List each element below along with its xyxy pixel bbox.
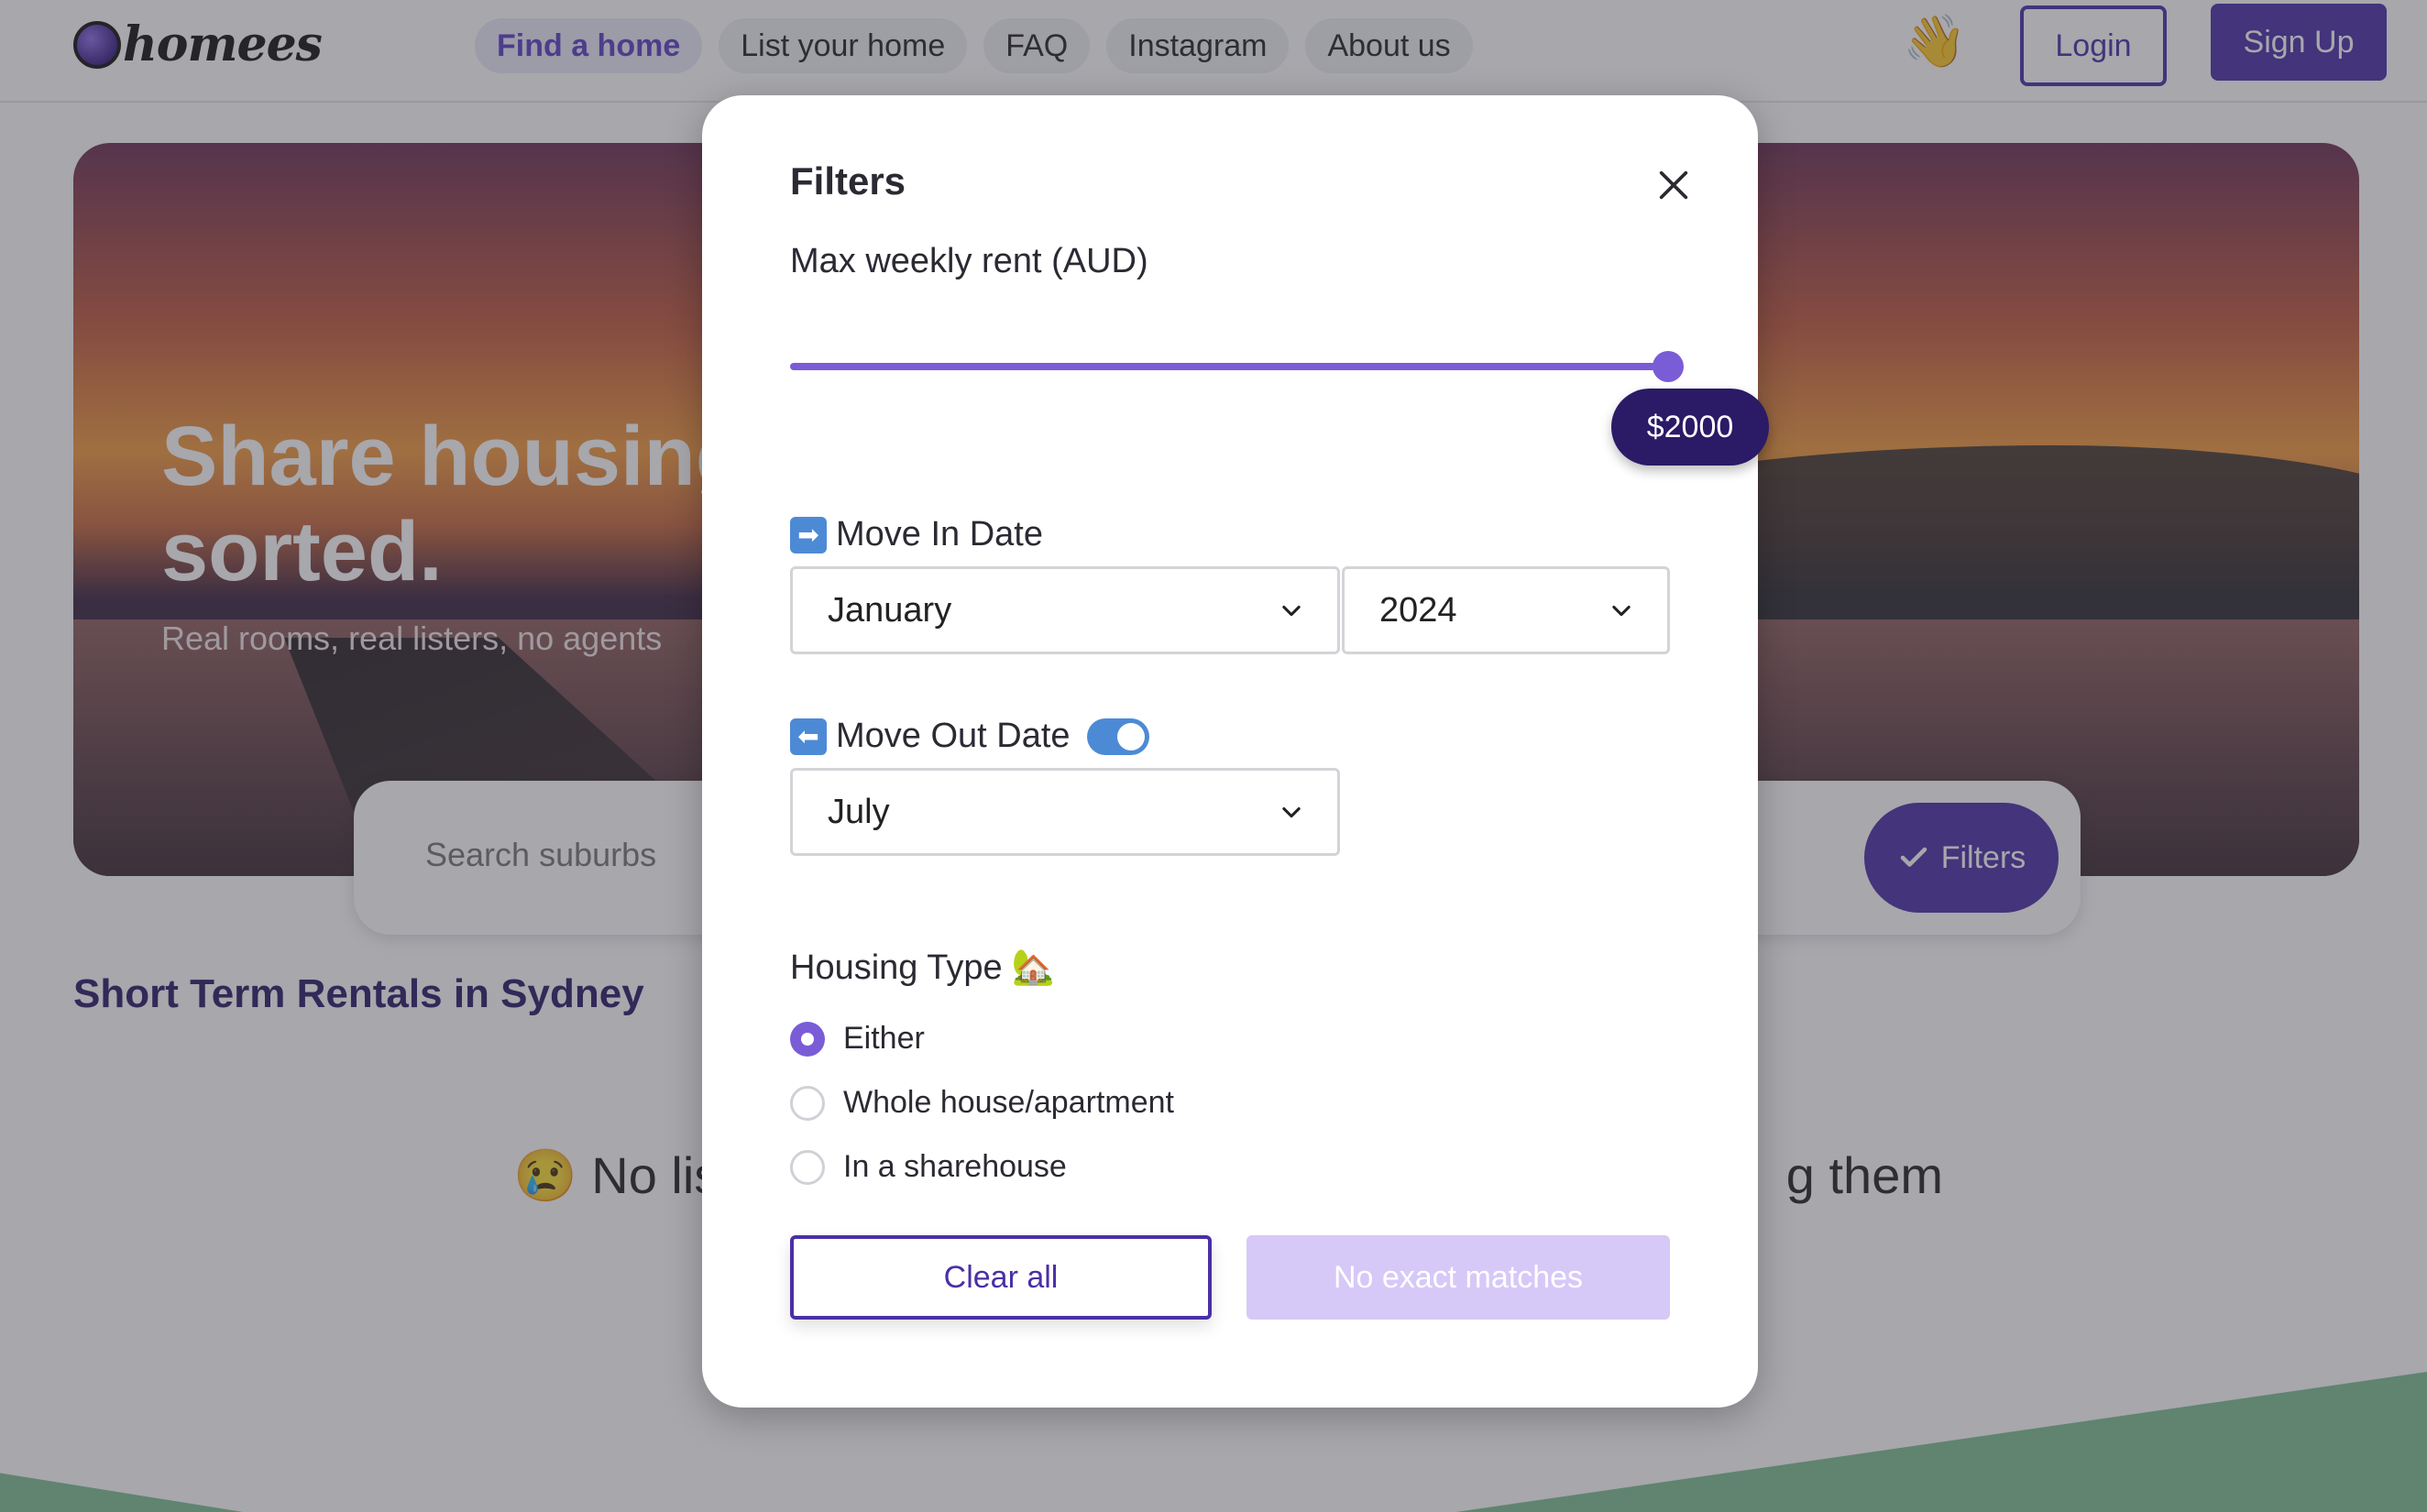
chevron-down-icon	[1612, 605, 1631, 617]
arrow-right-icon: ➡	[790, 516, 827, 553]
move-out-month-value: July	[828, 792, 890, 831]
move-in-year-value: 2024	[1379, 590, 1457, 630]
move-out-label: ⬅ Move Out Date	[790, 717, 1149, 756]
apply-filters-button[interactable]: No exact matches	[1246, 1235, 1670, 1320]
radio-either[interactable]	[790, 1021, 825, 1057]
radio-sharehouse[interactable]	[790, 1149, 825, 1185]
housing-option-label: Either	[843, 1021, 925, 1056]
clear-all-button[interactable]: Clear all	[790, 1235, 1212, 1320]
max-rent-value-tooltip: $2000	[1611, 389, 1769, 466]
max-rent-slider-track[interactable]	[790, 363, 1668, 370]
housing-option-either[interactable]: Either	[790, 1021, 925, 1057]
radio-whole-house[interactable]	[790, 1085, 825, 1121]
move-in-label-text: Move In Date	[836, 515, 1043, 553]
move-in-year-select[interactable]: 2024	[1342, 566, 1670, 654]
housing-option-label: Whole house/apartment	[843, 1085, 1174, 1120]
move-in-month-select[interactable]: January	[790, 566, 1340, 654]
move-out-toggle[interactable]	[1086, 718, 1149, 755]
move-out-month-select[interactable]: July	[790, 768, 1340, 856]
housing-option-sharehouse[interactable]: In a sharehouse	[790, 1149, 1067, 1185]
filters-modal: Filters Max weekly rent (AUD) $2000 ➡ Mo…	[702, 95, 1769, 1408]
arrow-left-icon: ⬅	[790, 718, 827, 755]
max-rent-label: Max weekly rent (AUD)	[790, 242, 1148, 280]
housing-type-label: Housing Type 🏡	[790, 948, 1055, 988]
housing-type-label-text: Housing Type	[790, 948, 1003, 987]
housing-option-label: In a sharehouse	[843, 1149, 1067, 1184]
housing-option-whole-house[interactable]: Whole house/apartment	[790, 1085, 1174, 1121]
close-icon	[1659, 170, 1688, 200]
close-button[interactable]	[1648, 159, 1699, 211]
chevron-down-icon	[1282, 605, 1301, 617]
move-out-label-text: Move Out Date	[836, 717, 1071, 755]
chevron-down-icon	[1282, 806, 1301, 818]
house-icon: 🏡	[1011, 948, 1056, 987]
modal-title: Filters	[790, 159, 906, 203]
move-in-month-value: January	[828, 590, 952, 630]
max-rent-slider-thumb[interactable]	[1653, 351, 1684, 382]
move-in-label: ➡ Move In Date	[790, 515, 1043, 554]
